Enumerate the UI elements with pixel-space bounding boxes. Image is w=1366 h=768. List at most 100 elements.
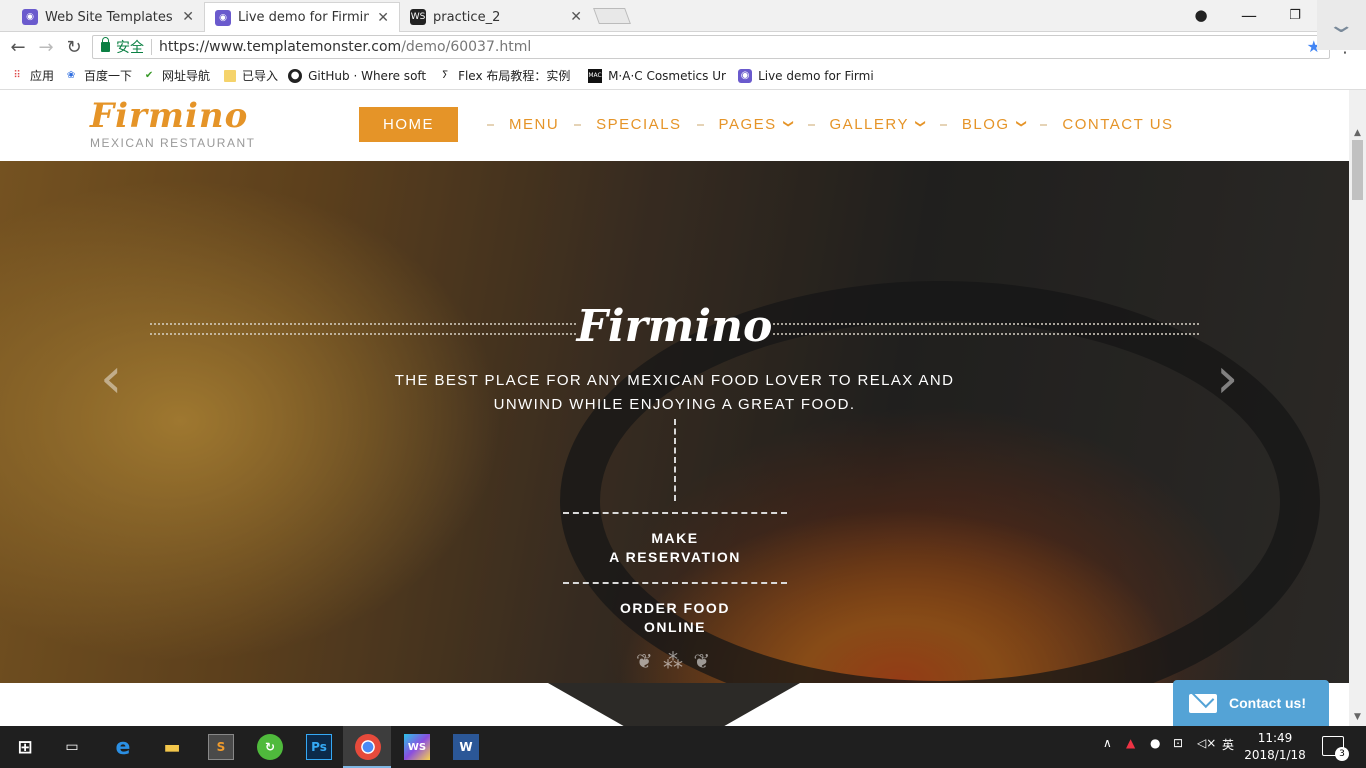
- nav-divider: [807, 123, 815, 126]
- webstorm-icon[interactable]: WS: [404, 734, 430, 760]
- bookmark-label: 网址导航: [162, 69, 211, 83]
- tab-live-demo-firmino[interactable]: ◉ Live demo for Firmino ✕: [204, 2, 400, 32]
- restore-button[interactable]: ❐: [1272, 0, 1318, 30]
- close-icon[interactable]: ✕: [182, 9, 194, 25]
- chevron-down-icon: ⌄: [1326, 12, 1357, 38]
- nav-label: CONTACT US: [1062, 116, 1174, 133]
- task-view-icon[interactable]: ▭: [59, 734, 85, 760]
- reload-button[interactable]: ↻: [63, 36, 85, 58]
- windows-start-icon[interactable]: ⊞: [12, 734, 38, 760]
- scroll-down-arrow-icon[interactable]: ▼: [1349, 712, 1366, 724]
- bookmark-label: 已导入: [242, 69, 279, 83]
- nav-specials[interactable]: SPECIALS: [596, 107, 681, 142]
- lock-icon: [101, 37, 110, 52]
- tab-title: Live demo for Firmino: [238, 10, 370, 25]
- webstorm-icon: WS: [410, 9, 426, 25]
- templatemonster-icon: ◉: [215, 9, 231, 26]
- templatemonster-icon: ◉: [738, 68, 753, 83]
- chevron-down-icon: ❯: [782, 119, 794, 130]
- forward-button[interactable]: →: [35, 36, 57, 58]
- tab-web-site-templates[interactable]: ◉ Web Site Templates | V ✕: [12, 2, 204, 32]
- nav-divider: [1040, 123, 1048, 126]
- nav-label: MENU: [509, 116, 560, 133]
- bookmark-mac-cosmetics[interactable]: MAC M·A·C Cosmetics Ur: [588, 68, 728, 83]
- dashed-divider: [563, 512, 787, 514]
- bookmark-live-demo[interactable]: ◉ Live demo for Firmi: [738, 68, 878, 83]
- word-icon[interactable]: W: [453, 734, 479, 760]
- slider-next-arrow[interactable]: ›: [1216, 346, 1238, 411]
- bookmark-flex-tutorial[interactable]: ⵢ Flex 布局教程：实例: [438, 67, 578, 84]
- omnibox[interactable]: 安全 https://www.templatemonster.com/demo/…: [92, 35, 1330, 59]
- notification-count: 3: [1335, 747, 1349, 761]
- bookmark-github[interactable]: ● GitHub · Where soft: [288, 68, 428, 83]
- chrome-icon[interactable]: [355, 734, 381, 760]
- bookmark-imported-folder[interactable]: 已导入: [224, 67, 278, 84]
- bookmark-label: GitHub · Where soft: [308, 68, 427, 83]
- tray-app-icon[interactable]: ▲: [1126, 736, 1135, 750]
- dashed-divider: [563, 582, 787, 584]
- action-center-icon[interactable]: 3: [1322, 736, 1349, 761]
- profile-icon[interactable]: ●: [1178, 0, 1224, 30]
- volume-icon[interactable]: ◁×: [1197, 736, 1216, 750]
- green-app-icon[interactable]: ↻: [257, 734, 283, 760]
- order-food-online-button[interactable]: ORDER FOOD ONLINE: [563, 599, 787, 637]
- nav-pages[interactable]: PAGES ❯: [719, 107, 794, 142]
- chevron-down-icon: ❯: [1014, 119, 1026, 130]
- chevron-down-icon: ❯: [914, 119, 926, 130]
- bookmark-apps[interactable]: ⠿ 应用: [10, 67, 54, 84]
- divider: [151, 39, 152, 55]
- nav-label: HOME: [383, 116, 434, 133]
- clock-time: 11:49: [1257, 731, 1293, 745]
- nav-divider: [696, 123, 704, 126]
- network-icon[interactable]: ⊡: [1173, 736, 1183, 750]
- folder-icon: [224, 69, 237, 82]
- minimize-button[interactable]: —: [1226, 0, 1272, 30]
- close-icon[interactable]: ✕: [570, 9, 582, 25]
- tab-practice-2[interactable]: WS practice_2 ✕: [400, 2, 592, 32]
- new-tab-button[interactable]: [593, 8, 631, 24]
- nav-gallery[interactable]: GALLERY ❯: [829, 107, 926, 142]
- header-collapse-toggle[interactable]: ⌄: [1317, 0, 1366, 50]
- bookmark-hao123[interactable]: ✔ 网址导航: [142, 67, 210, 84]
- nav-divider: [487, 123, 494, 126]
- bookmark-baidu[interactable]: ❀ 百度一下: [64, 67, 132, 84]
- contact-us-widget[interactable]: Contact us!: [1173, 680, 1329, 726]
- hero-tagline-line: THE BEST PLACE FOR ANY MEXICAN FOOD LOVE…: [394, 372, 955, 389]
- nav-contact-us[interactable]: CONTACT US: [1062, 107, 1173, 142]
- nav-blog[interactable]: BLOG ❯: [962, 107, 1026, 142]
- hero-tagline-line: UNWIND WHILE ENJOYING A GREAT FOOD.: [493, 396, 856, 413]
- cta-label: ONLINE: [644, 619, 706, 635]
- slider-prev-arrow[interactable]: ‹: [100, 346, 122, 411]
- make-reservation-button[interactable]: MAKE A RESERVATION: [563, 529, 787, 567]
- bookmark-label: 应用: [30, 69, 55, 83]
- cta-label: ORDER FOOD: [620, 600, 730, 616]
- nav-home[interactable]: HOME: [359, 107, 458, 142]
- taskbar-clock[interactable]: 11:49 2018/1/18: [1240, 730, 1310, 764]
- aztec-emblem-icon: ❦ ⁂ ❦: [635, 649, 713, 673]
- nav-menu[interactable]: MENU: [509, 107, 559, 142]
- nav-label: GALLERY: [829, 116, 909, 133]
- main-nav: HOME MENU SPECIALS PAGES ❯ GALLERY ❯ BLOG ❯…: [359, 107, 1174, 142]
- secure-label: 安全: [116, 40, 144, 56]
- qq-tray-icon[interactable]: ●: [1150, 736, 1160, 750]
- sublime-icon[interactable]: S: [208, 734, 234, 760]
- mac-icon: MAC: [588, 68, 603, 83]
- hero-tagline: THE BEST PLACE FOR ANY MEXICAN FOOD LOVE…: [0, 369, 1349, 417]
- bookmark-label: Flex 布局教程：实例: [458, 69, 571, 83]
- photoshop-icon[interactable]: Ps: [306, 734, 332, 760]
- page-scrollbar[interactable]: ▲ ▼: [1349, 90, 1366, 726]
- envelope-icon: [1189, 693, 1217, 713]
- url-host: https://www.templatemonster.com: [159, 39, 402, 55]
- file-explorer-icon[interactable]: ▬: [159, 734, 185, 760]
- scroll-up-arrow-icon[interactable]: ▲: [1349, 90, 1366, 138]
- tray-overflow-icon[interactable]: ∧: [1103, 736, 1112, 750]
- back-button[interactable]: ←: [7, 36, 29, 58]
- cta-label: A RESERVATION: [609, 549, 741, 565]
- ime-indicator[interactable]: 英: [1222, 736, 1234, 753]
- scroll-thumb[interactable]: [1352, 140, 1363, 200]
- close-icon[interactable]: ✕: [377, 10, 389, 26]
- bookmark-label: 百度一下: [84, 69, 133, 83]
- edge-icon[interactable]: e: [110, 734, 136, 760]
- nav-label: BLOG: [961, 116, 1010, 133]
- site-logo[interactable]: Firmino: [90, 96, 248, 136]
